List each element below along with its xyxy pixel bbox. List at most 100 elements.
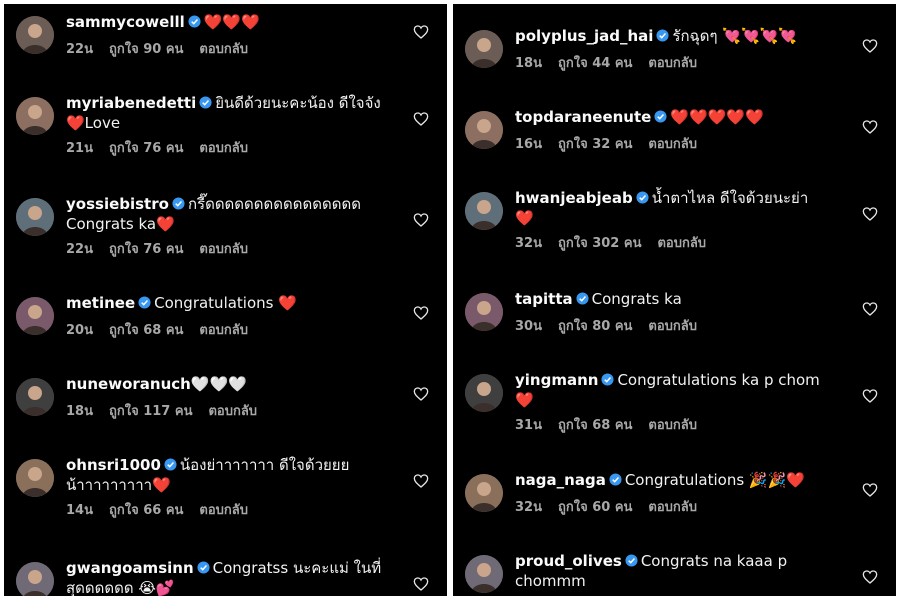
verified-badge-icon bbox=[654, 110, 667, 123]
reply-button[interactable]: ตอบกลับ bbox=[648, 319, 697, 334]
reply-button[interactable]: ตอบกลับ bbox=[648, 418, 697, 433]
comment-username[interactable]: gwangoamsinn bbox=[66, 559, 194, 577]
comment-likes[interactable]: ถูกใจ 68 คน bbox=[109, 323, 183, 338]
comment-meta: 21น ถูกใจ 76 คน ตอบกลับ bbox=[66, 137, 264, 158]
comment-meta: 32น ถูกใจ 60 คน ตอบกลับ bbox=[515, 496, 713, 517]
comment-username[interactable]: hwanjeabjeab bbox=[515, 189, 633, 207]
comment-body: รักฉุดๆ 💘💘💘💘 bbox=[672, 27, 798, 45]
comment-text: sammycowelll ❤️❤️❤️ bbox=[66, 12, 395, 32]
verified-badge-icon bbox=[199, 96, 212, 109]
comment-username[interactable]: naga_naga bbox=[515, 471, 606, 489]
like-heart-icon[interactable] bbox=[862, 119, 878, 135]
comment-text: myriabenedetti ยินดีด้วยนะคะน้อง ดีใจจัง … bbox=[66, 93, 395, 133]
like-heart-icon[interactable] bbox=[862, 388, 878, 404]
comment-body: 🤍🤍🤍 bbox=[190, 375, 247, 393]
verified-badge-icon bbox=[138, 296, 151, 309]
like-heart-icon[interactable] bbox=[862, 301, 878, 317]
like-heart-icon[interactable] bbox=[862, 569, 878, 585]
comment-likes[interactable]: ถูกใจ 76 คน bbox=[109, 141, 183, 156]
comment-meta: 20น ถูกใจ 68 คน ตอบกลับ bbox=[66, 319, 264, 340]
comment-time: 18น bbox=[66, 404, 93, 419]
avatar[interactable] bbox=[465, 111, 503, 149]
comment-body: น้ำตาไหล ดีใจด้วยนะย่า bbox=[651, 189, 809, 207]
avatar[interactable] bbox=[465, 474, 503, 512]
comment-likes[interactable]: ถูกใจ 32 คน bbox=[558, 137, 632, 152]
comment-username[interactable]: polyplus_jad_hai bbox=[515, 27, 653, 45]
comment-username[interactable]: topdaraneenute bbox=[515, 108, 651, 126]
comments-panel-right: polyplus_jad_hai รักฉุดๆ 💘💘💘💘 18น ถูกใจ 44… bbox=[453, 4, 896, 596]
comment-meta: 22น ถูกใจ 90 คน ตอบกลับ bbox=[66, 38, 264, 59]
reply-button[interactable]: ตอบกลับ bbox=[648, 500, 697, 515]
reply-button[interactable]: ตอบกลับ bbox=[199, 323, 248, 338]
comment-body: Congratss นะคะแม่ ในที่ bbox=[212, 559, 382, 577]
comment-body-continued: น้าาาาาาาาา❤️ bbox=[66, 476, 171, 494]
comment-username[interactable]: myriabenedetti bbox=[66, 94, 196, 112]
reply-button[interactable]: ตอบกลับ bbox=[199, 141, 248, 156]
reply-button[interactable]: ตอบกลับ bbox=[648, 56, 697, 71]
comment-time: 31น bbox=[515, 418, 542, 433]
comment-body: ❤️❤️❤️❤️❤️ bbox=[670, 108, 764, 126]
avatar[interactable] bbox=[16, 16, 54, 54]
avatar-image-icon bbox=[465, 555, 503, 593]
comment-likes[interactable]: ถูกใจ 66 คน bbox=[109, 503, 183, 518]
avatar[interactable] bbox=[16, 562, 54, 596]
like-heart-icon[interactable] bbox=[862, 206, 878, 222]
like-heart-icon[interactable] bbox=[413, 212, 429, 228]
avatar-image-icon bbox=[16, 16, 54, 54]
like-heart-icon[interactable] bbox=[413, 473, 429, 489]
like-heart-icon[interactable] bbox=[862, 38, 878, 54]
comment-likes[interactable]: ถูกใจ 117 คน bbox=[109, 404, 192, 419]
avatar[interactable] bbox=[16, 97, 54, 135]
comment-time: 30น bbox=[515, 319, 542, 334]
comment-username[interactable]: tapitta bbox=[515, 290, 573, 308]
comment-text: yossiebistro กรี๊ดดดดดดดดดดดดดดดด Congrat… bbox=[66, 194, 395, 234]
comment-body: Congratulations ka p chom bbox=[617, 371, 820, 389]
comment-time: 14น bbox=[66, 503, 93, 518]
avatar-image-icon bbox=[465, 192, 503, 230]
reply-button[interactable]: ตอบกลับ bbox=[199, 42, 248, 57]
like-heart-icon[interactable] bbox=[413, 24, 429, 40]
comment-username[interactable]: metinee bbox=[66, 294, 135, 312]
comment-likes[interactable]: ถูกใจ 90 คน bbox=[109, 42, 183, 57]
verified-badge-icon bbox=[172, 197, 185, 210]
like-heart-icon[interactable] bbox=[413, 386, 429, 402]
reply-button[interactable]: ตอบกลับ bbox=[208, 404, 257, 419]
avatar[interactable] bbox=[465, 555, 503, 593]
avatar[interactable] bbox=[16, 459, 54, 497]
avatar[interactable] bbox=[16, 198, 54, 236]
comment-body: น้องย่าาาาาาา ดีใจด้วยยย bbox=[179, 456, 350, 474]
avatar[interactable] bbox=[465, 374, 503, 412]
comment-body: ยินดีด้วยนะคะน้อง ดีใจจัง bbox=[215, 94, 381, 112]
comment-likes[interactable]: ถูกใจ 80 คน bbox=[558, 319, 632, 334]
like-heart-icon[interactable] bbox=[413, 576, 429, 592]
comment-username[interactable]: ohnsri1000 bbox=[66, 456, 161, 474]
comment-username[interactable]: nuneworanuch bbox=[66, 375, 191, 393]
avatar-image-icon bbox=[16, 378, 54, 416]
comment-likes[interactable]: ถูกใจ 302 คน bbox=[558, 236, 641, 251]
comment-text: nuneworanuch🤍🤍🤍 bbox=[66, 374, 395, 394]
comment-likes[interactable]: ถูกใจ 68 คน bbox=[558, 418, 632, 433]
comment-username[interactable]: yingmann bbox=[515, 371, 598, 389]
comment-username[interactable]: proud_olives bbox=[515, 552, 622, 570]
comment-likes[interactable]: ถูกใจ 60 คน bbox=[558, 500, 632, 515]
like-heart-icon[interactable] bbox=[413, 111, 429, 127]
avatar[interactable] bbox=[16, 297, 54, 335]
comment-time: 16น bbox=[515, 137, 542, 152]
reply-button[interactable]: ตอบกลับ bbox=[648, 137, 697, 152]
like-heart-icon[interactable] bbox=[413, 305, 429, 321]
comment-meta: 30น ถูกใจ 80 คน ตอบกลับ bbox=[515, 315, 713, 336]
reply-button[interactable]: ตอบกลับ bbox=[199, 503, 248, 518]
avatar[interactable] bbox=[16, 378, 54, 416]
avatar[interactable] bbox=[465, 30, 503, 68]
avatar-image-icon bbox=[465, 374, 503, 412]
reply-button[interactable]: ตอบกลับ bbox=[199, 242, 248, 257]
comment-username[interactable]: sammycowelll bbox=[66, 13, 185, 31]
avatar[interactable] bbox=[465, 192, 503, 230]
like-heart-icon[interactable] bbox=[862, 482, 878, 498]
comment-likes[interactable]: ถูกใจ 76 คน bbox=[109, 242, 183, 257]
comment-likes[interactable]: ถูกใจ 44 คน bbox=[558, 56, 632, 71]
comment-username[interactable]: yossiebistro bbox=[66, 195, 169, 213]
reply-button[interactable]: ตอบกลับ bbox=[657, 236, 706, 251]
avatar[interactable] bbox=[465, 293, 503, 331]
avatar-image-icon bbox=[465, 111, 503, 149]
